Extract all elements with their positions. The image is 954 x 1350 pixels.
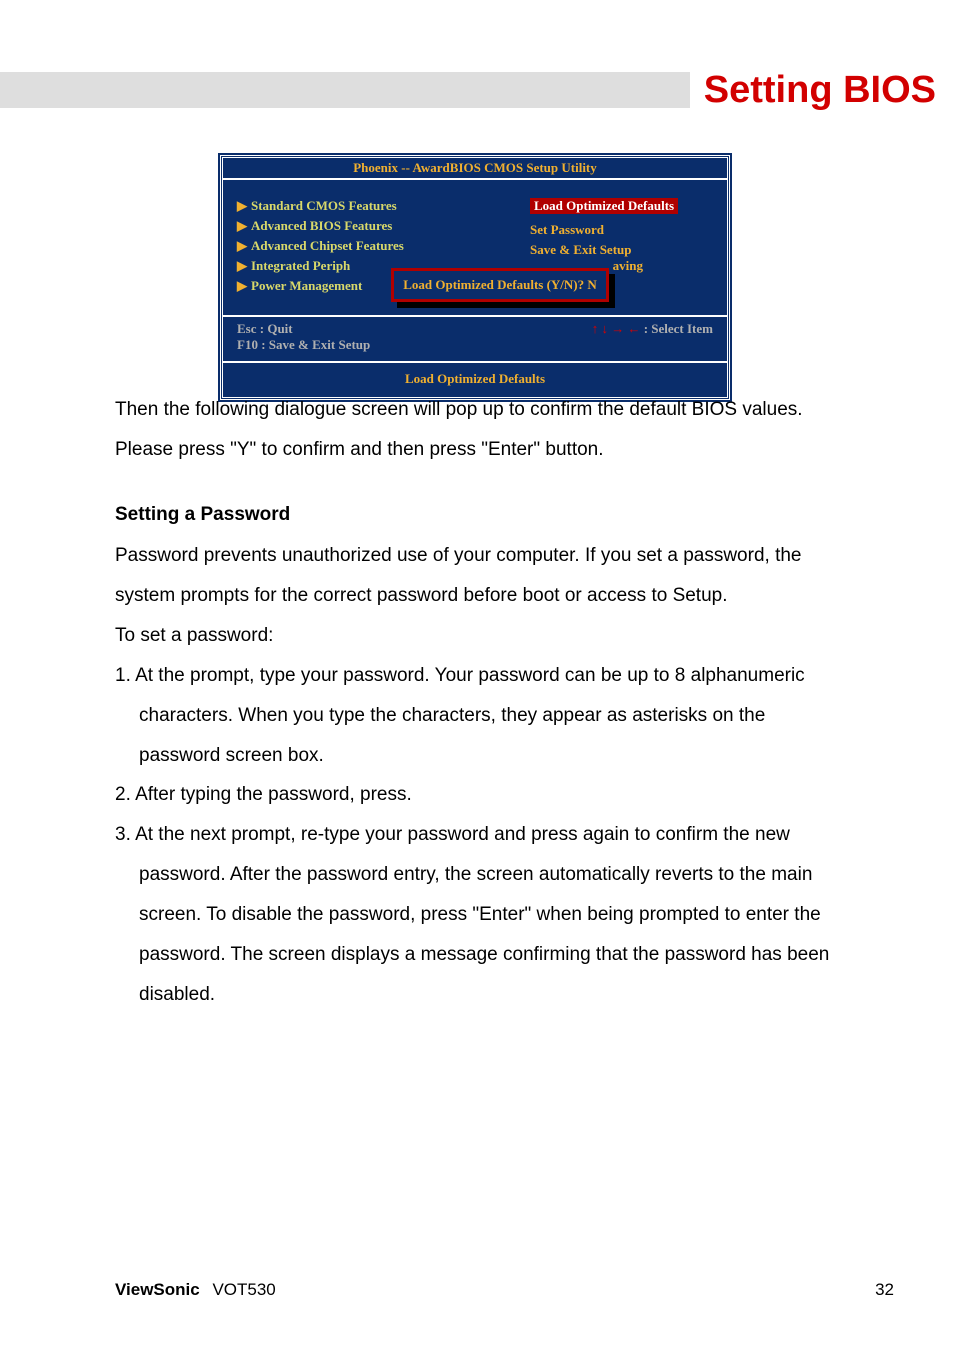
bios-menu-label: Advanced BIOS Features — [251, 218, 392, 233]
section-heading: Setting a Password — [115, 496, 845, 535]
page-number: 32 — [875, 1280, 894, 1300]
footer-left: ViewSonic VOT530 — [115, 1280, 276, 1300]
bios-screenshot: Phoenix -- AwardBIOS CMOS Setup Utility … — [220, 155, 730, 400]
triangle-icon: ▶ — [237, 258, 247, 273]
list-item-line: 2. After typing the password, press. — [115, 776, 845, 815]
list-item-line: disabled. — [115, 976, 845, 1015]
body-text-line: Password prevents unauthorized use of yo… — [115, 537, 845, 576]
body-text-line: system prompts for the correct password … — [115, 577, 845, 616]
bios-keyhelp-line: F10 : Save & Exit Setup — [237, 337, 592, 353]
bios-keyhelp-text: : Select Item — [640, 321, 713, 336]
bios-keyhelp-left: Esc : Quit F10 : Save & Exit Setup — [237, 321, 592, 353]
page-footer: ViewSonic VOT530 32 — [115, 1280, 894, 1300]
bios-menu-highlighted: Load Optimized Defaults — [530, 198, 678, 214]
triangle-icon: ▶ — [237, 238, 247, 253]
bios-keyhelp-right: ↑ ↓ → ← : Select Item — [592, 321, 713, 353]
body-text-line: To set a password: — [115, 617, 845, 656]
bios-menu-item: ▶ Advanced Chipset Features — [237, 238, 462, 254]
bios-menu-label: Advanced Chipset Features — [251, 238, 404, 253]
brand-name: ViewSonic — [115, 1280, 200, 1299]
bios-menu-label: Power Management — [251, 278, 362, 293]
page-header: Setting BIOS — [0, 60, 954, 120]
list-item-line: characters. When you type the characters… — [115, 697, 845, 736]
list-item-line: password. After the password entry, the … — [115, 856, 845, 895]
triangle-icon: ▶ — [237, 218, 247, 233]
list-item-line: screen. To disable the password, press "… — [115, 896, 845, 935]
arrow-keys-icon: ↑ ↓ → ← — [592, 321, 641, 336]
triangle-icon: ▶ — [237, 198, 247, 213]
bios-menu-label: Standard CMOS Features — [251, 198, 397, 213]
list-item-line: password. The screen displays a message … — [115, 936, 845, 975]
list-item-line: 1. At the prompt, type your password. Yo… — [115, 657, 845, 696]
list-item-line: password screen box. — [115, 737, 845, 776]
header-grey-bar — [0, 72, 690, 108]
body-text-line: Then the following dialogue screen will … — [115, 391, 845, 430]
triangle-icon: ▶ — [237, 278, 247, 293]
bios-menu-item: ▶ Advanced BIOS Features — [237, 218, 462, 234]
bios-confirm-popup: Load Optimized Defaults (Y/N)? N — [391, 268, 609, 302]
page-body: Then the following dialogue screen will … — [115, 390, 845, 1016]
body-text-line: Please press "Y" to confirm and then pre… — [115, 431, 845, 470]
list-item-line: 3. At the next prompt, re-type your pass… — [115, 816, 845, 855]
bios-keyhelp-line: Esc : Quit — [237, 321, 592, 337]
bios-menu-item: Set Password — [530, 222, 715, 238]
bios-keyhelp: Esc : Quit F10 : Save & Exit Setup ↑ ↓ →… — [223, 315, 727, 361]
bios-menu-item: Save & Exit Setup — [530, 242, 715, 258]
bios-body: ▶ Standard CMOS Features ▶ Advanced BIOS F… — [223, 180, 727, 315]
bios-titlebar: Phoenix -- AwardBIOS CMOS Setup Utility — [223, 158, 727, 180]
model-name: VOT530 — [212, 1280, 275, 1299]
bios-menu-item: ▶ Standard CMOS Features — [237, 198, 462, 214]
page-title: Setting BIOS — [690, 69, 954, 112]
bios-menu-label: Integrated Periph — [251, 258, 350, 273]
bios-truncated-label: aving — [613, 258, 643, 274]
